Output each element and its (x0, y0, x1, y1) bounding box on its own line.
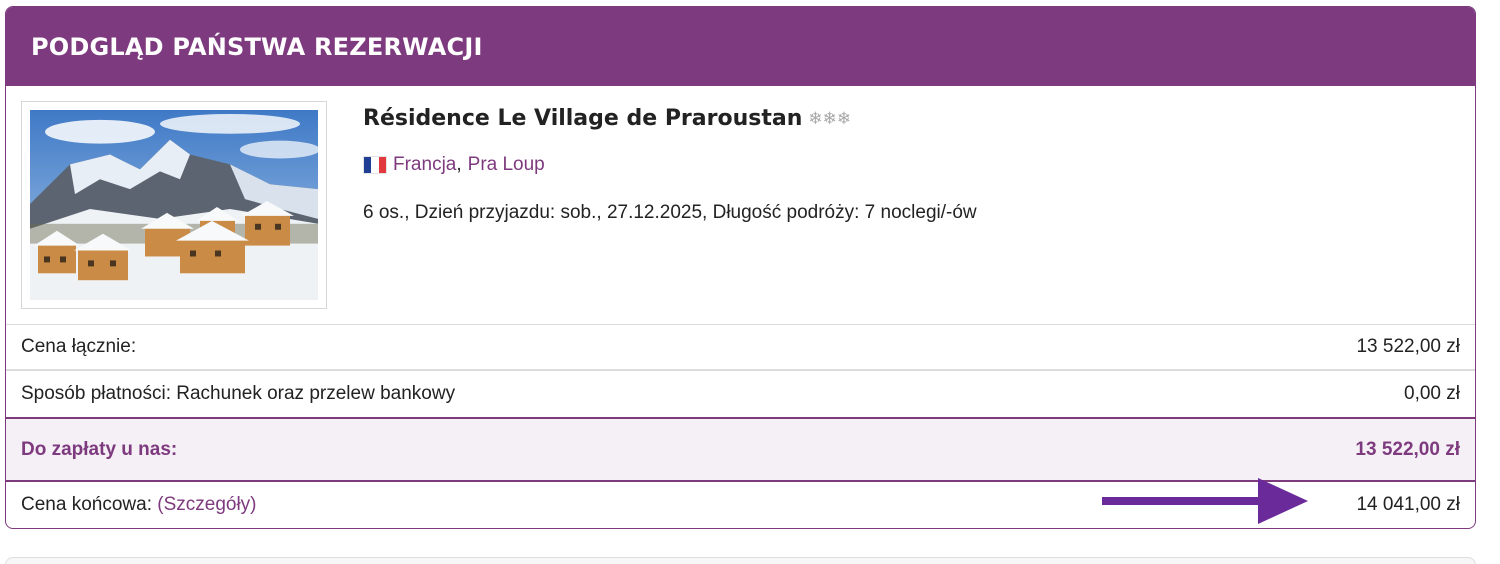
hotel-name: Résidence Le Village de Praroustan ❄❄❄ (363, 106, 851, 131)
hotel-photo (21, 101, 327, 309)
price-details-link[interactable]: (Szczegóły) (157, 494, 256, 515)
amount-due-value: 13 522,00 zł (1355, 438, 1460, 460)
country-link[interactable]: Francja (393, 154, 456, 176)
price-row-payment-method: Sposób płatności: Rachunek oraz przelew … (6, 371, 1475, 417)
final-price-label-group: Cena końcowa: (Szczegóły) (21, 494, 257, 516)
reservation-preview-card: PODGLĄD PAŃSTWA REZERWACJI Résidence Le … (5, 6, 1476, 529)
resort-link[interactable]: Pra Loup (468, 154, 545, 176)
annotation-arrow-icon (1100, 476, 1310, 526)
hotel-rating-snowflakes-icon: ❄❄❄ (808, 108, 852, 129)
amount-due-row: Do zapłaty u nas: 13 522,00 zł (6, 417, 1475, 482)
next-section-card (5, 557, 1476, 564)
final-price-label: Cena końcowa: (21, 494, 152, 515)
amount-due-label: Do zapłaty u nas: (21, 438, 178, 460)
hotel-location: Francja , Pra Loup (363, 154, 545, 176)
hotel-summary: Résidence Le Village de Praroustan ❄❄❄ F… (6, 86, 1475, 325)
location-separator: , (456, 154, 462, 175)
france-flag-icon (363, 156, 387, 174)
price-row-value: 13 522,00 zł (1356, 336, 1460, 357)
card-title: PODGLĄD PAŃSTWA REZERWACJI (31, 32, 483, 61)
trip-info: 6 os., Dzień przyjazdu: sob., 27.12.2025… (363, 202, 977, 223)
price-row-total: Cena łącznie: 13 522,00 zł (6, 325, 1475, 371)
hotel-photo-image (30, 110, 318, 300)
final-price-value: 14 041,00 zł (1356, 494, 1460, 515)
card-header: PODGLĄD PAŃSTWA REZERWACJI (6, 7, 1475, 86)
hotel-name-text: Résidence Le Village de Praroustan (363, 106, 803, 131)
price-row-label: Sposób płatności: Rachunek oraz przelew … (21, 383, 456, 404)
price-row-value: 0,00 zł (1404, 383, 1460, 404)
price-row-label: Cena łącznie: (21, 336, 137, 357)
